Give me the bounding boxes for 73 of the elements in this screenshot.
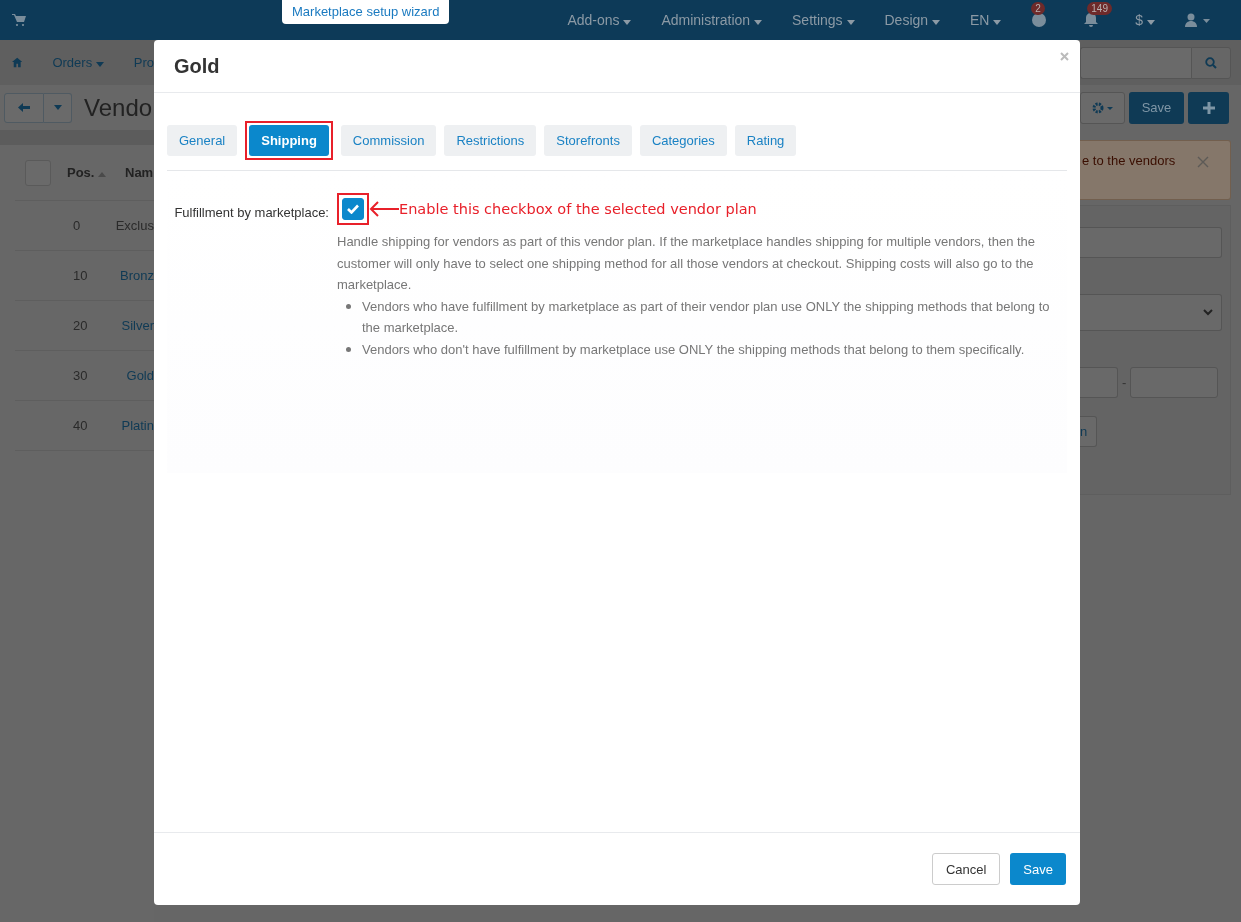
help-text: Handle shipping for vendors as part of this vendor plan. If the marketplace handles shipping for multiple vendors, then the customer will only have to select one shipping method for all those vendors at checkout. Shipping costs will also go to the marketplace. <box>337 233 1037 294</box>
cancel-button[interactable]: Cancel <box>931 853 1001 885</box>
nav-menu[interactable]: Design <box>884 12 940 28</box>
search-icon <box>1205 56 1217 69</box>
table-cell-text: 30 <box>73 368 89 383</box>
input-field[interactable] <box>1080 367 1118 398</box>
field-label: Fulfillment by marketplace: <box>173 204 330 222</box>
table-cell-text: 40 <box>73 418 89 433</box>
arrow-left-icon <box>18 102 30 113</box>
bullet-icon <box>346 346 351 352</box>
save-button[interactable]: Save <box>1129 91 1184 124</box>
modal-title: Gold <box>174 54 220 78</box>
column-header[interactable]: Nam <box>125 165 154 180</box>
select-field[interactable] <box>1080 294 1222 331</box>
input-field[interactable] <box>1080 227 1222 258</box>
notification-badge: 149 <box>1087 2 1112 15</box>
caret-icon <box>623 20 632 25</box>
bullet-icon <box>346 303 351 309</box>
chevron-down-icon <box>1203 309 1213 316</box>
caret-icon <box>846 20 855 25</box>
dropdown-button[interactable] <box>44 92 72 123</box>
tab[interactable]: General <box>167 125 238 156</box>
check-icon <box>347 204 359 214</box>
gear-icon <box>1091 101 1114 114</box>
plan-link[interactable]: Bronz <box>120 268 154 283</box>
tab[interactable]: Rating <box>734 125 797 156</box>
sort-arrow-icon <box>98 172 107 177</box>
tab[interactable]: Restrictions <box>444 125 537 156</box>
table-cell: Exclus <box>115 218 154 233</box>
caret-icon <box>993 20 1002 25</box>
add-button[interactable] <box>1188 91 1229 124</box>
notice-text: e to the vendors <box>1081 153 1176 168</box>
notification-badge: 2 <box>1031 2 1045 15</box>
column-header[interactable]: Pos. <box>67 165 109 180</box>
close-icon[interactable] <box>1197 156 1210 168</box>
tab[interactable]: Commission <box>340 125 437 156</box>
caret-icon <box>754 20 762 25</box>
save-button[interactable]: Save <box>1010 853 1066 885</box>
nav-menu[interactable]: Add-ons <box>567 12 632 28</box>
home-icon[interactable] <box>12 57 23 68</box>
page-title: Vendo <box>84 93 153 122</box>
plan-link[interactable]: Gold <box>126 368 154 383</box>
plan-link[interactable]: Platin <box>121 418 154 433</box>
table-cell-text: 20 <box>73 318 89 333</box>
setup-wizard-link[interactable]: Marketplace setup wizard <box>282 0 450 24</box>
search-field[interactable] <box>1080 46 1191 79</box>
caret-icon <box>1147 20 1155 25</box>
nav-menu[interactable]: Settings <box>792 12 855 28</box>
annotation-text: Enable this checkbox of the selected vendor plan <box>399 201 757 217</box>
nav-menu[interactable]: Administration <box>661 12 762 28</box>
settings-button[interactable] <box>1080 91 1125 124</box>
cart-icon[interactable] <box>12 14 26 26</box>
search-button[interactable] <box>1191 46 1231 79</box>
table-cell-text: 10 <box>73 268 89 283</box>
tab[interactable]: Categories <box>639 125 727 156</box>
caret-icon <box>931 20 940 25</box>
back-button[interactable] <box>4 92 44 123</box>
tab[interactable]: Storefronts <box>544 125 632 156</box>
close-icon[interactable] <box>1060 52 1069 61</box>
caret-icon <box>53 105 62 110</box>
table-cell-text: 0 <box>73 218 82 233</box>
user-menu-icon[interactable] <box>1185 13 1211 27</box>
help-bullet: Vendors who don't have fulfillment by marketplace use ONLY the shipping methods that belong to them specifically. <box>362 340 1025 359</box>
currency-menu[interactable]: $ <box>1135 12 1155 28</box>
plus-icon <box>1202 101 1215 114</box>
bell-icon[interactable] <box>1083 12 1100 28</box>
filter-button[interactable]: n <box>1080 416 1097 447</box>
nav-menu[interactable]: EN <box>969 12 1002 28</box>
range-separator: - <box>1122 375 1127 390</box>
tab[interactable]: Shipping <box>249 125 329 156</box>
caret-icon <box>95 62 104 67</box>
plan-link[interactable]: Silver <box>121 318 154 333</box>
help-bullet: Vendors who have fulfillment by marketplace as part of their vendor plan use ONLY the shipping methods that belong to the marketplace. <box>362 297 1051 337</box>
